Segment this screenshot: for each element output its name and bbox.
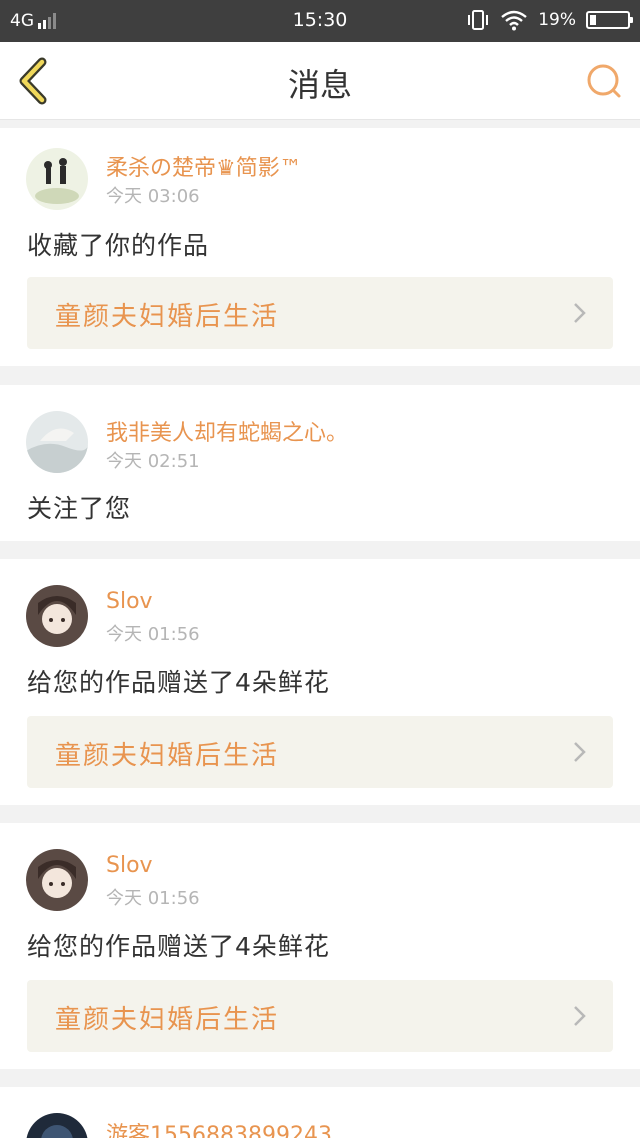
- work-title: 童颜夫妇婚后生活: [55, 302, 280, 332]
- battery-percent: 19%: [538, 10, 576, 30]
- notification-card[interactable]: 柔杀の楚帝♛简影™ 今天 03:06 收藏了你的作品 童颜夫妇婚后生活: [0, 128, 640, 366]
- page-title: 消息: [287, 66, 352, 104]
- status-bar: 4G 15:30 19%: [0, 0, 640, 42]
- action-text: 给您的作品赠送了4朵鲜花: [27, 668, 330, 697]
- avatar[interactable]: [26, 1113, 88, 1138]
- timestamp: 今天 02:51: [106, 451, 200, 472]
- timestamp: 今天 01:56: [106, 888, 200, 909]
- work-link[interactable]: 童颜夫妇婚后生活: [27, 277, 613, 349]
- work-title: 童颜夫妇婚后生活: [55, 1005, 280, 1035]
- user-name[interactable]: 我非美人却有蛇蝎之心。: [106, 415, 348, 447]
- notification-card[interactable]: Slov 今天 01:56 给您的作品赠送了4朵鲜花 童颜夫妇婚后生活: [0, 559, 640, 805]
- wifi-icon: [501, 10, 527, 31]
- vibrate-icon: [468, 10, 489, 30]
- user-name[interactable]: 柔杀の楚帝♛简影™: [106, 150, 302, 182]
- avatar[interactable]: [26, 148, 88, 210]
- work-link[interactable]: 童颜夫妇婚后生活: [27, 980, 613, 1052]
- timestamp: 今天 01:56: [106, 624, 200, 645]
- action-text: 关注了您: [27, 494, 132, 523]
- chevron-right-icon: [574, 742, 586, 762]
- user-name[interactable]: 游客1556883899243: [106, 1117, 332, 1138]
- user-name[interactable]: Slov: [106, 589, 153, 614]
- action-text: 收藏了你的作品: [27, 231, 210, 260]
- chevron-right-icon: [574, 303, 586, 323]
- user-name[interactable]: Slov: [106, 853, 153, 878]
- timestamp: 今天 03:06: [106, 186, 200, 207]
- work-title: 童颜夫妇婚后生活: [55, 741, 280, 771]
- notification-card[interactable]: Slov 今天 01:56 给您的作品赠送了4朵鲜花 童颜夫妇婚后生活: [0, 823, 640, 1069]
- avatar[interactable]: [26, 585, 88, 647]
- search-icon: [587, 64, 621, 98]
- avatar[interactable]: [26, 411, 88, 473]
- action-text: 给您的作品赠送了4朵鲜花: [27, 932, 330, 961]
- chevron-right-icon: [574, 1006, 586, 1026]
- avatar[interactable]: [26, 849, 88, 911]
- search-button[interactable]: [582, 60, 626, 104]
- notification-card[interactable]: 游客1556883899243: [0, 1087, 640, 1138]
- notification-card[interactable]: 我非美人却有蛇蝎之心。 今天 02:51 关注了您: [0, 385, 640, 541]
- status-icons: 19%: [466, 9, 633, 31]
- work-link[interactable]: 童颜夫妇婚后生活: [27, 716, 613, 788]
- battery-icon: [586, 11, 633, 29]
- app-header: 消息: [0, 42, 640, 120]
